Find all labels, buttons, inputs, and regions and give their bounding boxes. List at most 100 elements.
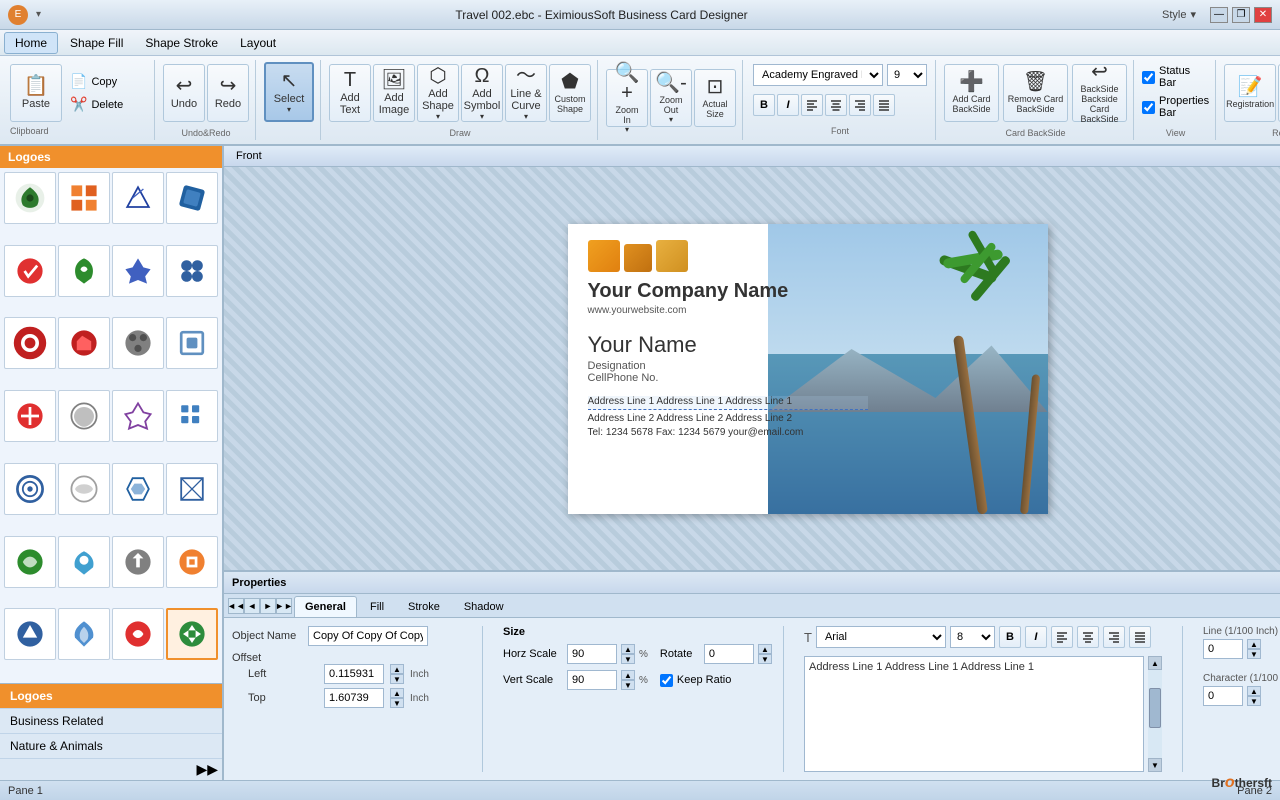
copy-button[interactable]: 📄 Copy [66,71,146,92]
add-symbol-button[interactable]: Ω Add Symbol ▾ [461,64,503,122]
top-input[interactable] [324,688,384,708]
list-item[interactable] [4,608,56,660]
rotate-input[interactable] [704,644,754,664]
left-input[interactable] [324,664,384,684]
list-item[interactable] [4,317,56,369]
horz-scale-down[interactable]: ▼ [621,654,635,664]
list-item[interactable] [166,536,218,588]
char-spacing-input[interactable] [1203,686,1243,706]
category-nature[interactable]: Nature & Animals [0,734,222,759]
status-bar-checkbox[interactable] [1142,71,1155,84]
line-curve-button[interactable]: 〜 Line & Curve ▾ [505,64,547,122]
align-right-button[interactable] [849,94,871,116]
list-item[interactable] [58,390,110,442]
undo-button[interactable]: ↩ Undo [163,64,205,122]
redo-button[interactable]: ↪ Redo [207,64,249,122]
tab-shadow[interactable]: Shadow [453,596,515,617]
restore-button[interactable]: ❐ [1232,7,1250,23]
text-area-scrollbar[interactable]: ▲ ▼ [1148,656,1162,772]
scroll-more-arrow[interactable]: ▶▶ [0,759,222,780]
horz-scale-spin[interactable]: ▲ ▼ [621,644,635,664]
char-spacing-up[interactable]: ▲ [1247,686,1261,696]
list-item[interactable] [58,172,110,224]
props-align-right-button[interactable] [1103,626,1125,648]
props-nav-next[interactable]: ► [260,598,276,614]
list-item[interactable] [166,317,218,369]
keep-ratio-checkbox[interactable] [660,674,673,687]
status-bar-checkbox-label[interactable]: Status Bar [1142,65,1209,89]
vert-scale-input[interactable] [567,670,617,690]
list-item[interactable] [166,463,218,515]
list-item[interactable] [58,608,110,660]
top-spin-up[interactable]: ▲ [390,688,404,698]
backside-card-button[interactable]: ↩ BackSide Backside Card BackSide [1072,64,1127,122]
delete-button[interactable]: ✂️ Delete [66,94,146,115]
list-item[interactable] [166,390,218,442]
list-item[interactable] [166,608,218,660]
scroll-thumb[interactable] [1149,688,1161,728]
list-item[interactable] [4,245,56,297]
line-spacing-up[interactable]: ▲ [1247,639,1261,649]
list-item[interactable] [4,536,56,588]
add-image-button[interactable]: 🖼 Add Image [373,64,415,122]
horz-scale-up[interactable]: ▲ [621,644,635,654]
scroll-track[interactable] [1148,670,1162,758]
list-item[interactable] [112,317,164,369]
category-logoes[interactable]: Logoes [0,684,222,709]
tab-fill[interactable]: Fill [359,596,395,617]
char-spacing-spin[interactable]: ▲ ▼ [1247,686,1261,706]
list-item[interactable] [4,172,56,224]
properties-bar-checkbox-label[interactable]: Properties Bar [1142,95,1209,119]
add-text-button[interactable]: T Add Text [329,64,371,122]
rotate-up[interactable]: ▲ [758,644,772,654]
zoom-out-button[interactable]: 🔍- Zoom Out ▾ [650,69,692,127]
justify-button[interactable] [873,94,895,116]
props-font-size-select[interactable]: 8 [950,626,995,648]
remove-card-backside-button[interactable]: 🗑 Remove Card BackSide [1003,64,1068,122]
horz-scale-input[interactable] [567,644,617,664]
line-spacing-down[interactable]: ▼ [1247,649,1261,659]
left-spin-up[interactable]: ▲ [390,664,404,674]
select-button[interactable]: ↖ Select ▾ [264,62,314,122]
top-spin-down[interactable]: ▼ [390,698,404,708]
top-spin[interactable]: ▲ ▼ [390,688,404,708]
char-spacing-down[interactable]: ▼ [1247,696,1261,706]
props-italic-button[interactable]: I [1025,626,1047,648]
line-spacing-spin[interactable]: ▲ ▼ [1247,639,1261,659]
list-item[interactable] [112,536,164,588]
custom-shape-button[interactable]: ⬟ Custom Shape [549,64,591,122]
add-shape-button[interactable]: ⬡ Add Shape ▾ [417,64,459,122]
left-spin[interactable]: ▲ ▼ [390,664,404,684]
line-spacing-input[interactable] [1203,639,1243,659]
list-item[interactable] [166,172,218,224]
align-center-button[interactable] [825,94,847,116]
minimize-button[interactable]: — [1210,7,1228,23]
zoom-in-button[interactable]: 🔍+ Zoom In ▾ [606,69,648,127]
actual-size-button[interactable]: ⊡ Actual Size [694,69,736,127]
list-item[interactable] [58,245,110,297]
vert-scale-spin[interactable]: ▲ ▼ [621,670,635,690]
registration-button[interactable]: 📝 Registration [1224,64,1276,122]
props-nav-last[interactable]: ►► [276,598,292,614]
props-bold-button[interactable]: B [999,626,1021,648]
add-card-backside-button[interactable]: ➕ Add Card BackSide [944,64,999,122]
list-item[interactable] [112,608,164,660]
props-align-left-button[interactable] [1051,626,1073,648]
keep-ratio-label[interactable]: Keep Ratio [660,674,731,687]
menu-shape-fill[interactable]: Shape Fill [60,33,133,53]
list-item[interactable] [58,317,110,369]
align-left-button[interactable] [801,94,823,116]
rotate-spin[interactable]: ▲ ▼ [758,644,772,664]
props-nav-prev[interactable]: ◄ [244,598,260,614]
list-item[interactable] [166,245,218,297]
canvas-scroll-area[interactable]: Your Company Name www.yourwebsite.com Yo… [224,167,1280,570]
font-name-select[interactable]: Academy Engraved Le [753,64,883,86]
list-item[interactable] [112,172,164,224]
props-justify-button[interactable] [1129,626,1151,648]
rotate-down[interactable]: ▼ [758,654,772,664]
vert-scale-up[interactable]: ▲ [621,670,635,680]
list-item[interactable] [4,390,56,442]
list-item[interactable] [112,245,164,297]
list-item[interactable] [58,536,110,588]
scroll-down-arrow[interactable]: ▼ [1148,758,1162,772]
